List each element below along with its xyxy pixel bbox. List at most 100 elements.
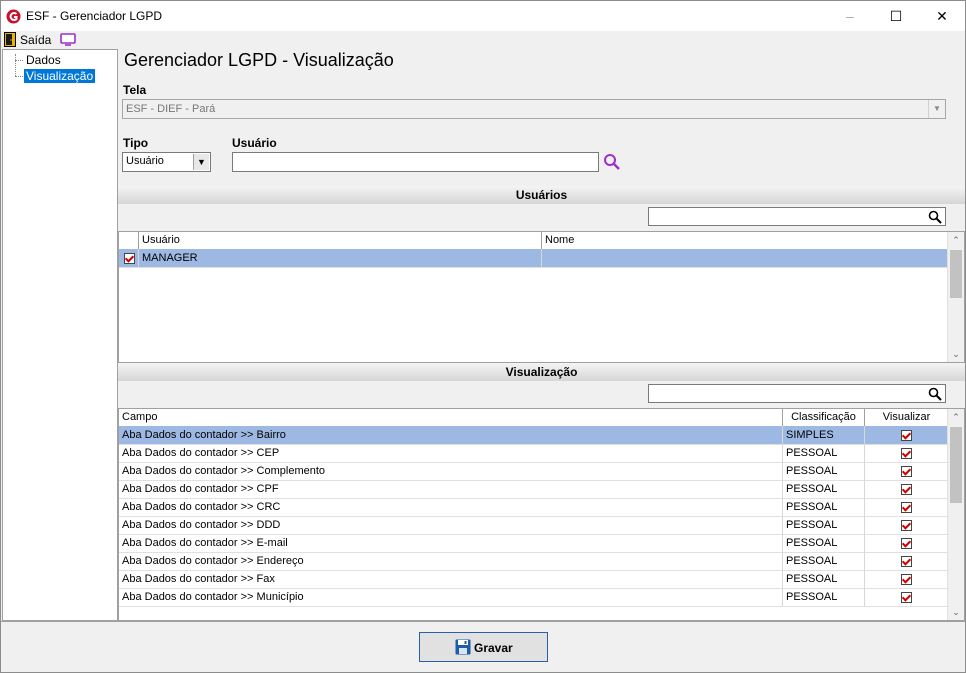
checkbox-checked-icon[interactable] — [901, 502, 912, 513]
cell-visualizar[interactable] — [865, 588, 948, 606]
cell-classificacao: PESSOAL — [783, 462, 865, 480]
exit-button[interactable]: Saída — [1, 31, 53, 49]
scroll-thumb[interactable] — [950, 250, 962, 298]
table-row[interactable]: Aba Dados do contador >> Bairro SIMPLES — [119, 426, 948, 445]
minimize-button[interactable]: – — [827, 1, 873, 31]
table-row[interactable]: Aba Dados do contador >> Fax PESSOAL — [119, 570, 948, 589]
cell-visualizar[interactable] — [865, 462, 948, 480]
cell-classificacao: PESSOAL — [783, 498, 865, 516]
checkbox-checked-icon[interactable] — [901, 520, 912, 531]
cell-usuario: MANAGER — [139, 249, 542, 267]
cell-visualizar[interactable] — [865, 444, 948, 462]
cell-classificacao: PESSOAL — [783, 516, 865, 534]
tela-select[interactable]: ESF - DIEF - Pará ▼ — [122, 99, 946, 119]
table-row[interactable]: Aba Dados do contador >> CEP PESSOAL — [119, 444, 948, 463]
maximize-icon: ☐ — [889, 8, 903, 24]
cell-campo: Aba Dados do contador >> Município — [119, 588, 783, 606]
tipo-value: Usuário — [126, 155, 164, 167]
minimize-icon: – — [846, 8, 854, 24]
usuario-label: Usuário — [232, 136, 277, 150]
scroll-down-icon[interactable]: ⌄ — [948, 604, 964, 620]
checkbox-column-header — [119, 232, 139, 249]
cell-classificacao: SIMPLES — [783, 426, 865, 444]
checkbox-checked-icon[interactable] — [901, 484, 912, 495]
view-filter-input[interactable] — [648, 384, 946, 403]
cell-visualizar[interactable] — [865, 480, 948, 498]
users-grid: Usuário Nome MANAGER ⌃ ⌄ — [118, 231, 965, 363]
cell-visualizar[interactable] — [865, 498, 948, 516]
cell-campo: Aba Dados do contador >> DDD — [119, 516, 783, 534]
cell-classificacao: PESSOAL — [783, 588, 865, 606]
users-section-header: Usuários — [118, 186, 965, 204]
table-row[interactable]: MANAGER — [119, 249, 948, 268]
table-row[interactable]: Aba Dados do contador >> CRC PESSOAL — [119, 498, 948, 517]
save-button[interactable]: Gravar — [419, 632, 548, 662]
scroll-down-icon[interactable]: ⌄ — [948, 346, 964, 362]
search-icon[interactable] — [928, 387, 942, 401]
scroll-up-icon[interactable]: ⌃ — [948, 232, 964, 248]
cell-nome — [542, 249, 948, 267]
column-header-classificacao[interactable]: Classificação — [783, 409, 865, 426]
close-button[interactable]: ✕ — [919, 1, 965, 31]
cell-campo: Aba Dados do contador >> CEP — [119, 444, 783, 462]
users-grid-header: Usuário Nome — [119, 232, 948, 250]
checkbox-checked-icon[interactable] — [901, 430, 912, 441]
toolbar: Saída — [1, 31, 965, 49]
checkbox-checked-icon[interactable] — [901, 556, 912, 567]
table-row[interactable]: Aba Dados do contador >> DDD PESSOAL — [119, 516, 948, 535]
tree-connector — [15, 54, 16, 76]
table-row[interactable]: Aba Dados do contador >> Complemento PESS… — [119, 462, 948, 481]
tipo-select[interactable]: Usuário ▼ — [122, 152, 211, 172]
cell-visualizar[interactable] — [865, 552, 948, 570]
table-row[interactable]: Aba Dados do contador >> Endereço PESSOAL — [119, 552, 948, 571]
window-title: ESF - Gerenciador LGPD — [26, 9, 163, 23]
tela-value: ESF - DIEF - Pará — [126, 103, 216, 115]
page-title: Gerenciador LGPD - Visualização — [124, 50, 394, 70]
scroll-thumb[interactable] — [950, 427, 962, 503]
search-icon[interactable] — [603, 153, 621, 171]
close-icon: ✕ — [936, 8, 948, 24]
usuario-input[interactable] — [232, 152, 599, 172]
users-filter-input[interactable] — [648, 207, 946, 226]
cell-campo: Aba Dados do contador >> Endereço — [119, 552, 783, 570]
row-checkbox-cell[interactable] — [119, 249, 139, 267]
cell-visualizar[interactable] — [865, 534, 948, 552]
column-header-campo[interactable]: Campo — [119, 409, 783, 426]
view-section-header: Visualização — [118, 363, 965, 381]
cell-campo: Aba Dados do contador >> CPF — [119, 480, 783, 498]
column-header-usuario[interactable]: Usuário — [139, 232, 542, 249]
cell-classificacao: PESSOAL — [783, 444, 865, 462]
tree-item-dados[interactable]: Dados — [24, 53, 63, 67]
maximize-button[interactable]: ☐ — [873, 1, 919, 31]
checkbox-checked-icon[interactable] — [901, 466, 912, 477]
cell-visualizar[interactable] — [865, 516, 948, 534]
view-scrollbar[interactable]: ⌃ ⌄ — [947, 409, 964, 620]
cell-campo: Aba Dados do contador >> E-mail — [119, 534, 783, 552]
save-button-label: Gravar — [474, 641, 513, 655]
checkbox-checked-icon[interactable] — [124, 253, 135, 264]
cell-visualizar[interactable] — [865, 570, 948, 588]
chevron-down-icon: ▼ — [193, 154, 209, 170]
divider — [1, 621, 965, 622]
checkbox-checked-icon[interactable] — [901, 538, 912, 549]
checkbox-checked-icon[interactable] — [901, 592, 912, 603]
monitor-icon[interactable] — [60, 33, 76, 46]
cell-visualizar[interactable] — [865, 426, 948, 444]
search-icon[interactable] — [928, 210, 942, 224]
table-row[interactable]: Aba Dados do contador >> Município PESSOA… — [119, 588, 948, 607]
cell-classificacao: PESSOAL — [783, 534, 865, 552]
checkbox-checked-icon[interactable] — [901, 574, 912, 585]
app-logo-icon — [6, 9, 21, 24]
table-row[interactable]: Aba Dados do contador >> E-mail PESSOAL — [119, 534, 948, 553]
column-header-visualizar[interactable]: Visualizar — [865, 409, 948, 426]
app-window: ESF - Gerenciador LGPD – ☐ ✕ Saída Dados… — [0, 0, 966, 673]
table-row[interactable]: Aba Dados do contador >> CPF PESSOAL — [119, 480, 948, 499]
column-header-nome[interactable]: Nome — [542, 232, 948, 249]
tree-item-visualizacao[interactable]: Visualização — [24, 69, 96, 83]
tree-connector — [15, 60, 23, 61]
scroll-up-icon[interactable]: ⌃ — [948, 409, 964, 425]
cell-classificacao: PESSOAL — [783, 552, 865, 570]
users-scrollbar[interactable]: ⌃ ⌄ — [947, 232, 964, 362]
cell-campo: Aba Dados do contador >> Bairro — [119, 426, 783, 444]
checkbox-checked-icon[interactable] — [901, 448, 912, 459]
